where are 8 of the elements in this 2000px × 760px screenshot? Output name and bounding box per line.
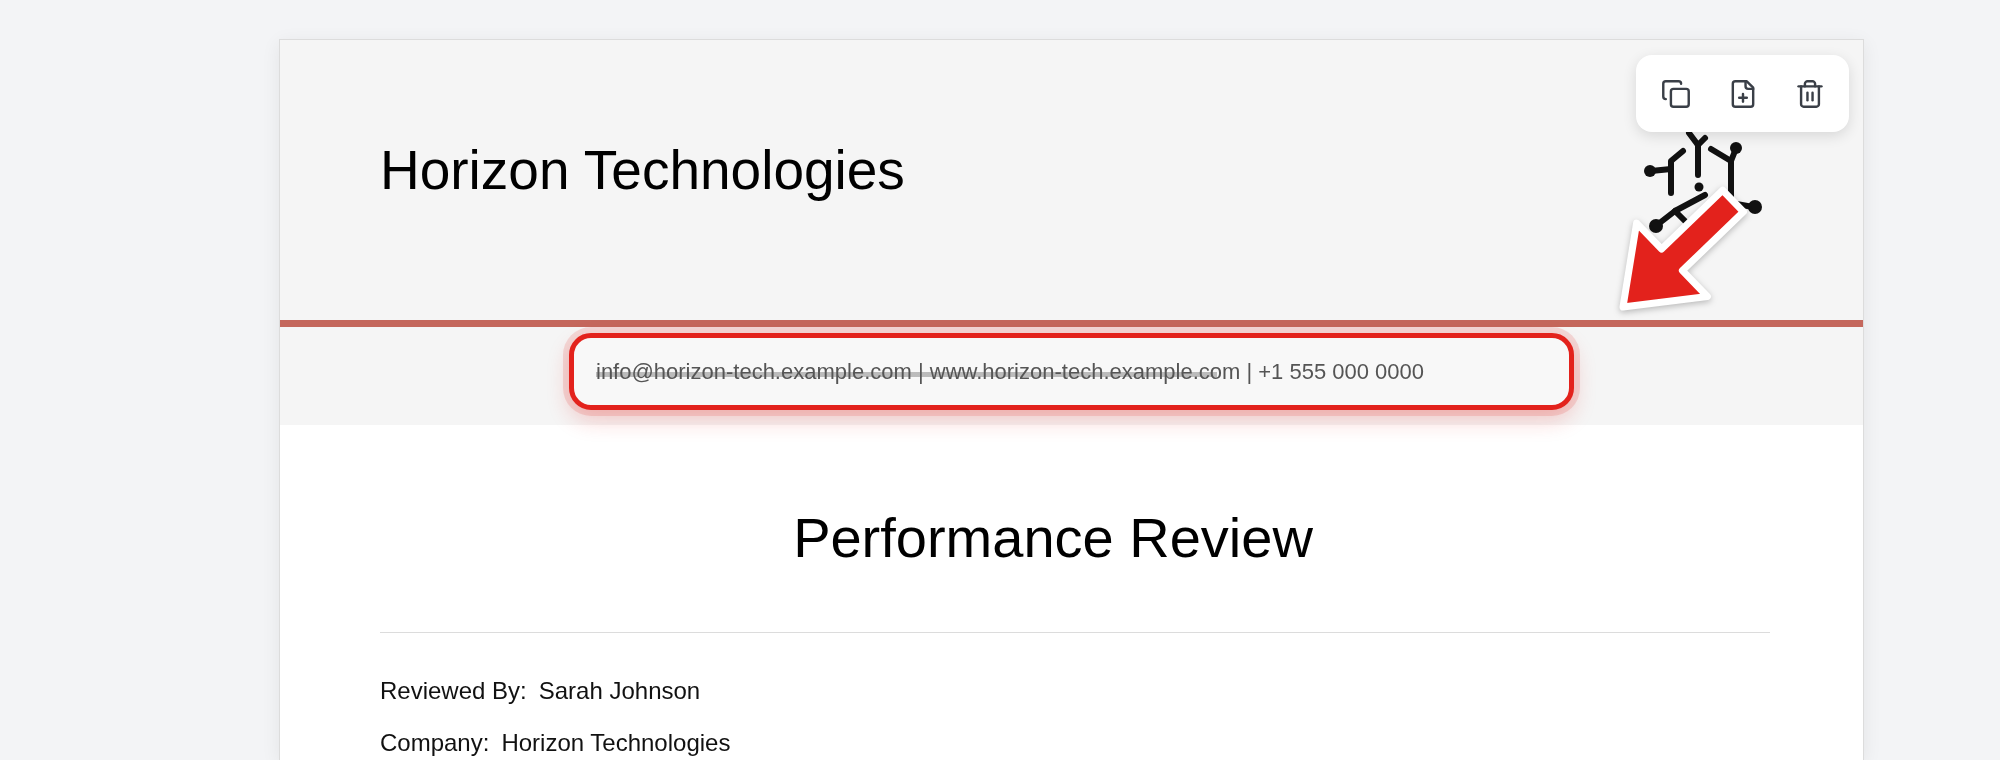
document-title: Performance Review (792, 506, 1314, 570)
copy-icon (1661, 79, 1690, 108)
field-label: Company: (380, 729, 490, 757)
field-value: Sarah Johnson (538, 677, 701, 705)
company-name: Horizon Technologies (380, 138, 905, 202)
trash-icon (1795, 79, 1824, 108)
field-label: Reviewed By: (380, 677, 527, 705)
field-value: Horizon Technologies (501, 729, 731, 757)
